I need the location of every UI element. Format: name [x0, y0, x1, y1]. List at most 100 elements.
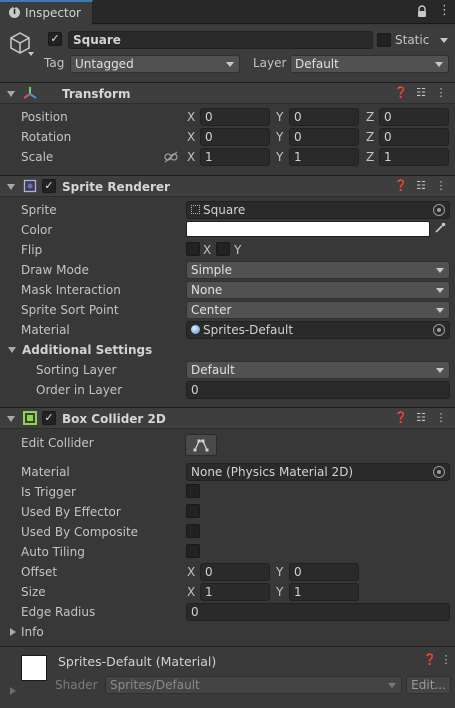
tag-dropdown[interactable]: Untagged	[70, 55, 240, 73]
collider-material-label: Material	[21, 465, 70, 479]
fold-arrow-icon[interactable]	[8, 347, 16, 353]
fold-arrow-icon[interactable]	[7, 91, 15, 97]
sprite-label: Sprite	[21, 203, 57, 217]
help-icon[interactable]: ❓	[394, 86, 408, 100]
rotation-x-input[interactable]: 0	[200, 128, 270, 146]
eyedropper-icon[interactable]	[434, 222, 446, 237]
shader-dropdown[interactable]: Sprites/Default	[105, 676, 402, 694]
used-by-composite-checkbox[interactable]	[186, 524, 200, 538]
sprite-object-field[interactable]: Square	[186, 201, 450, 219]
axis-x-label: X	[187, 585, 196, 599]
kebab-menu-icon[interactable]: ⋮	[434, 411, 448, 425]
collider-material-value: None (Physics Material 2D)	[191, 465, 354, 479]
axis-z-label: Z	[366, 110, 375, 124]
object-picker-icon[interactable]	[433, 324, 445, 336]
help-icon[interactable]: ❓	[394, 411, 408, 425]
rotation-z-input[interactable]: 0	[379, 128, 449, 146]
material-object-field[interactable]: Sprites-Default	[186, 321, 450, 339]
help-icon[interactable]: ❓	[423, 653, 437, 667]
kebab-menu-icon[interactable]: ⋮	[434, 179, 448, 193]
kebab-menu-icon[interactable]: ⋮	[439, 653, 453, 667]
order-in-layer-label: Order in Layer	[36, 383, 123, 397]
sorting-layer-dropdown[interactable]: Default	[186, 361, 450, 379]
edit-shape-icon	[193, 439, 209, 452]
transform-title: Transform	[62, 87, 131, 101]
sprite-value: Square	[203, 203, 246, 217]
sprite-renderer-header[interactable]: ✓ Sprite Renderer ❓ ☷ ⋮	[0, 175, 455, 197]
fold-arrow-icon[interactable]	[10, 628, 16, 636]
info-label[interactable]: Info	[21, 625, 44, 639]
presets-icon[interactable]: ☷	[414, 86, 428, 100]
edge-radius-input[interactable]: 0	[186, 603, 450, 621]
position-y-input[interactable]: 0	[289, 108, 359, 126]
tab-label: Inspector	[25, 6, 81, 20]
size-x-input[interactable]: 1	[200, 583, 270, 601]
lock-icon[interactable]	[417, 5, 427, 18]
order-in-layer-input[interactable]: 0	[186, 381, 450, 399]
axis-y-label: Y	[276, 150, 284, 164]
flip-y-checkbox[interactable]	[216, 242, 230, 256]
draw-mode-dropdown[interactable]: Simple	[186, 261, 450, 279]
edit-collider-button[interactable]	[185, 434, 217, 456]
scale-z-input[interactable]: 1	[379, 148, 449, 166]
box-collider-enabled-checkbox[interactable]: ✓	[42, 411, 56, 425]
object-name-input[interactable]: Square	[68, 31, 373, 49]
flip-x-checkbox[interactable]	[186, 242, 200, 256]
static-checkbox[interactable]	[377, 33, 391, 47]
presets-icon[interactable]: ☷	[414, 411, 428, 425]
scale-y-input[interactable]: 1	[289, 148, 359, 166]
kebab-menu-icon[interactable]: ⋮	[434, 86, 448, 100]
auto-tiling-checkbox[interactable]	[186, 544, 200, 558]
edge-radius-label: Edge Radius	[21, 605, 96, 619]
active-checkbox[interactable]: ✓	[48, 32, 62, 46]
tab-bar: i Inspector ⋮	[0, 0, 455, 25]
chevron-down-icon[interactable]	[28, 52, 34, 56]
draw-mode-label: Draw Mode	[21, 263, 89, 277]
edit-shader-label: Edit...	[411, 678, 446, 692]
axis-z-label: Z	[366, 130, 375, 144]
transform-header[interactable]: Transform ❓ ☷ ⋮	[0, 82, 455, 104]
static-dropdown-icon[interactable]	[440, 38, 448, 43]
size-y-input[interactable]: 1	[289, 583, 359, 601]
layer-dropdown[interactable]: Default	[290, 55, 449, 73]
axis-x-label: X	[187, 130, 196, 144]
sprite-renderer-enabled-checkbox[interactable]: ✓	[42, 179, 56, 193]
link-broken-icon[interactable]	[164, 151, 178, 166]
offset-x-input[interactable]: 0	[200, 563, 270, 581]
fold-arrow-icon[interactable]	[7, 416, 15, 422]
is-trigger-label: Is Trigger	[21, 485, 76, 499]
box-collider-header[interactable]: ✓ Box Collider 2D ❓ ☷ ⋮	[0, 407, 455, 429]
sorting-layer-value: Default	[191, 363, 235, 377]
additional-settings-label[interactable]: Additional Settings	[22, 343, 152, 357]
rotation-label: Rotation	[21, 130, 72, 144]
edit-shader-button[interactable]: Edit...	[406, 676, 451, 694]
offset-label: Offset	[21, 565, 58, 579]
chevron-down-icon	[436, 368, 444, 373]
fold-arrow-icon[interactable]	[7, 184, 15, 190]
axis-y-label: Y	[276, 585, 284, 599]
used-by-effector-checkbox[interactable]	[186, 504, 200, 518]
used-by-effector-label: Used By Effector	[21, 505, 121, 519]
sprite-sort-point-dropdown[interactable]: Center	[186, 301, 450, 319]
tab-inspector[interactable]: i Inspector	[0, 0, 93, 25]
box-collider-icon	[23, 411, 37, 425]
position-z-input[interactable]: 0	[379, 108, 449, 126]
mask-interaction-dropdown[interactable]: None	[186, 281, 450, 299]
is-trigger-checkbox[interactable]	[186, 484, 200, 498]
tag-value: Untagged	[75, 57, 134, 71]
rotation-y-input[interactable]: 0	[289, 128, 359, 146]
presets-icon[interactable]: ☷	[414, 179, 428, 193]
offset-y-input[interactable]: 0	[289, 563, 359, 581]
collider-material-object-field[interactable]: None (Physics Material 2D)	[186, 463, 450, 481]
help-icon[interactable]: ❓	[394, 179, 408, 193]
scale-x-input[interactable]: 1	[200, 148, 270, 166]
fold-arrow-icon[interactable]	[10, 687, 16, 695]
position-x-input[interactable]: 0	[200, 108, 270, 126]
object-picker-icon[interactable]	[433, 466, 445, 478]
kebab-menu-icon[interactable]: ⋮	[438, 4, 451, 18]
axis-x-label: X	[187, 150, 196, 164]
color-swatch[interactable]	[186, 221, 430, 237]
axis-y-label: Y	[276, 110, 284, 124]
object-picker-icon[interactable]	[433, 204, 445, 216]
axis-x-label: X	[187, 110, 196, 124]
